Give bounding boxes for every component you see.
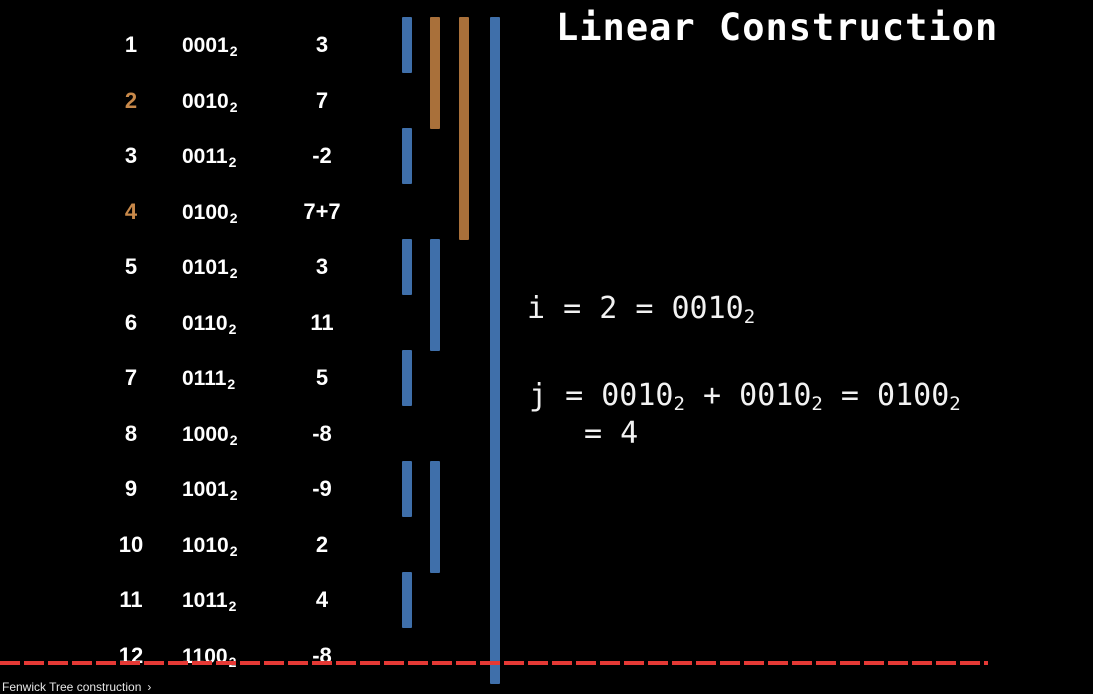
row-value: 7: [315, 87, 329, 113]
table-row: 11 10112 4: [0, 580, 360, 620]
range-bar: [430, 461, 440, 573]
i-equation: i = 2 = 00102: [527, 291, 756, 328]
row-value: 4: [315, 587, 329, 612]
row-binary: 01012: [182, 256, 238, 281]
table-row: 4 01002 7+7: [0, 192, 360, 232]
slide-title: Linear Construction: [556, 6, 999, 49]
range-bar: [402, 128, 412, 184]
table-row: 10 10102 2: [0, 525, 360, 565]
row-value: -2: [312, 143, 332, 168]
row-binary: 01002: [182, 200, 238, 226]
row-value: 7+7: [303, 198, 341, 224]
row-binary: 01112: [182, 367, 236, 392]
video-frame[interactable]: Linear Construction 1211002-811101124101…: [0, 0, 1093, 692]
row-value: 5: [315, 365, 329, 390]
row-value: -9: [312, 476, 332, 501]
row-binary: 10102: [182, 533, 238, 559]
table-row: 9 10012 -9: [0, 469, 360, 509]
row-value: 3: [315, 32, 329, 57]
j-equation: j = 00102 + 00102 = 01002: [529, 378, 961, 415]
range-bar: [402, 239, 412, 295]
row-value: -8: [312, 642, 332, 668]
row-value: -8: [312, 420, 332, 446]
row-index: 7: [124, 365, 138, 390]
table-row: 7 01112 5: [0, 358, 360, 398]
table-row: 3 00112 -2: [0, 136, 360, 176]
row-binary: 00012: [182, 34, 238, 59]
table-row: 12 11002 -8: [0, 636, 360, 676]
row-index: 1: [124, 32, 138, 57]
row-index: 9: [124, 476, 138, 501]
table-row: 5 01012 3: [0, 247, 360, 287]
range-bar: [402, 461, 412, 517]
row-binary: 11002: [182, 644, 236, 670]
row-binary: 10112: [182, 589, 237, 614]
row-index: 4: [124, 198, 138, 224]
j-result: = 4: [584, 416, 639, 451]
row-value: 2: [315, 531, 329, 557]
row-value: 11: [310, 309, 334, 335]
table-row: 1 00012 3: [0, 25, 360, 65]
table-row: 2 00102 7: [0, 81, 360, 121]
row-index: 11: [119, 587, 143, 612]
row-index: 12: [118, 642, 144, 668]
range-bar: [490, 17, 500, 462]
range-bar: [459, 17, 469, 240]
row-index: 6: [124, 309, 138, 335]
row-binary: 00102: [182, 89, 238, 115]
row-index: 10: [118, 531, 144, 557]
row-index: 5: [124, 254, 138, 279]
row-binary: 10012: [182, 478, 238, 503]
range-bar: [430, 239, 440, 351]
table-row: 6 01102 11: [0, 303, 360, 343]
row-index: 3: [124, 143, 138, 168]
row-binary: 10002: [182, 422, 238, 448]
row-binary: 01102: [182, 311, 237, 337]
range-bar: [402, 350, 412, 406]
row-binary: 00112: [182, 145, 237, 170]
range-bar: [402, 17, 412, 73]
range-bar: [402, 572, 412, 628]
video-progress-bar[interactable]: [0, 661, 988, 665]
table-row: 8 10002 -8: [0, 414, 360, 454]
row-value: 3: [315, 254, 329, 279]
row-index: 8: [124, 420, 138, 446]
row-index: 2: [124, 87, 138, 113]
range-bar: [430, 17, 440, 129]
